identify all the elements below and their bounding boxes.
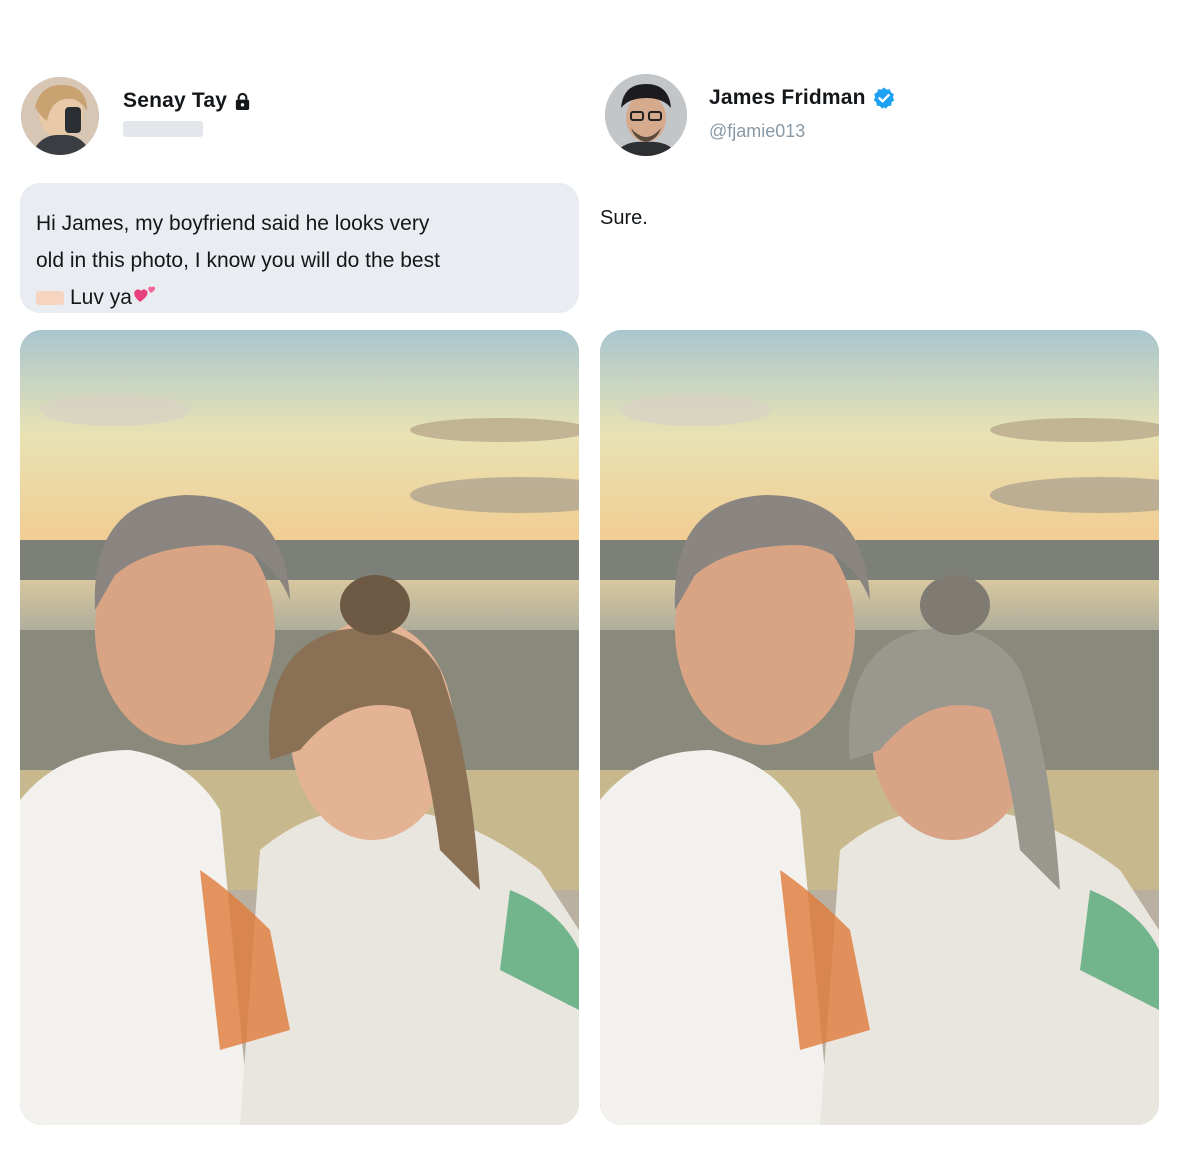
- avatar-image-icon: [605, 74, 687, 156]
- author-name-text: Senay Tay: [123, 89, 228, 112]
- avatar-image-icon: [21, 77, 99, 155]
- author-handle[interactable]: @fjamie013: [709, 121, 805, 142]
- message-line-1: Hi James, my boyfriend said he looks ver…: [36, 212, 430, 235]
- message-line-2: old in this photo, I know you will do th…: [36, 249, 440, 272]
- blurred-emoji: [36, 291, 64, 306]
- comparison-canvas: Senay Tay Hi James, my boyfriend said he…: [0, 0, 1179, 1153]
- original-photo[interactable]: [20, 330, 579, 1125]
- lock-icon: [235, 92, 250, 110]
- message-line-3-text: Luv ya: [70, 286, 132, 309]
- senay-tay-avatar[interactable]: [21, 77, 99, 155]
- author-name-text: James Fridman: [709, 86, 866, 109]
- two-hearts-icon: [134, 286, 156, 302]
- verified-badge-icon: [873, 87, 894, 109]
- couple-selfie-edited-icon: [600, 330, 1159, 1125]
- author-name-james[interactable]: James Fridman: [709, 86, 896, 110]
- edited-photo[interactable]: [600, 330, 1159, 1125]
- couple-selfie-original-icon: [20, 330, 579, 1125]
- reply-text: Sure.: [600, 207, 648, 229]
- author-name-senay[interactable]: Senay Tay: [123, 89, 252, 113]
- message-bubble: Hi James, my boyfriend said he looks ver…: [20, 183, 579, 313]
- blurred-handle: [123, 121, 203, 137]
- james-fridman-avatar[interactable]: [605, 74, 687, 156]
- message-line-3: Luv ya: [36, 279, 563, 316]
